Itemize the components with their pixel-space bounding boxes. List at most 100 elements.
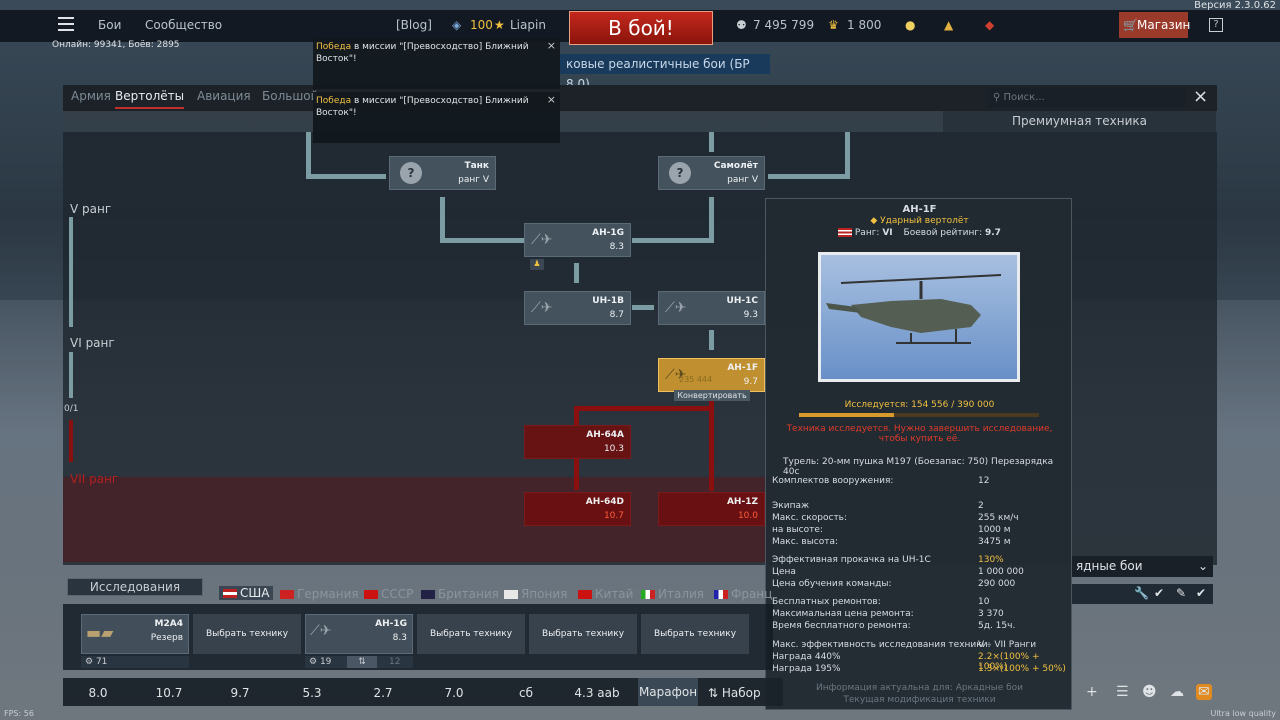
stat-value: 3 370: [978, 609, 1004, 619]
preset-set[interactable]: ⇅ Набор: [708, 686, 768, 700]
nation-italy[interactable]: Италия: [641, 587, 704, 601]
notif-prefix: Победа: [316, 42, 352, 52]
shop-button[interactable]: 🛒 Магазин: [1119, 12, 1191, 38]
question-icon: ?: [669, 162, 691, 184]
stat-label: Награда 195%: [772, 664, 841, 674]
vehicle-node-ah64a[interactable]: AH-64A 10.3: [524, 425, 631, 459]
wrench-icon[interactable]: 🔧: [1134, 586, 1149, 600]
chat-icon[interactable]: ☁: [1170, 684, 1184, 700]
rank-value: VI: [882, 228, 893, 238]
blog-link[interactable]: [Blog]: [396, 18, 432, 32]
tab-helicopters[interactable]: Вертолёты: [115, 89, 185, 109]
checkmark-icon[interactable]: ✔: [1196, 586, 1206, 600]
connector: [709, 197, 714, 243]
online-counter: Онлайн: 99341, Боёв: 2895: [52, 40, 180, 50]
gift-icon[interactable]: ◆: [985, 18, 994, 32]
diamond-icon: ◆: [870, 216, 881, 226]
nation-japan[interactable]: Япония: [504, 587, 567, 601]
preset-item[interactable]: 7.0: [424, 686, 484, 700]
nation-britain[interactable]: Британия: [421, 587, 499, 601]
close-icon[interactable]: ×: [1193, 86, 1208, 107]
notification-toast[interactable]: Победа в миссии "[Превосходство] Ближний…: [313, 92, 560, 143]
empty-crew-slot[interactable]: Выбрать технику: [417, 614, 525, 654]
nation-label: США: [240, 586, 270, 600]
empty-crew-slot[interactable]: Выбрать технику: [529, 614, 637, 654]
nation-usa[interactable]: США: [219, 586, 274, 600]
folder-node-tank[interactable]: ? Танк ранг V: [389, 156, 496, 190]
stat-value: 1.3×(100% + 50%): [978, 664, 1066, 674]
folder-node-plane[interactable]: ? Самолёт ранг V: [658, 156, 765, 190]
tab-army[interactable]: Армия: [71, 89, 111, 103]
slot-footer: ⚙ 19 ⇅ 12: [305, 656, 413, 668]
vehicle-node-ah1g[interactable]: ⟋✈ AH-1G 8.3: [524, 223, 631, 257]
rank-vii-label: VII ранг: [70, 472, 119, 486]
silver-lions-balance: 7 495 799: [753, 18, 815, 32]
checkmark-icon[interactable]: ✔: [1154, 586, 1164, 600]
preset-item[interactable]: 8.0: [68, 686, 128, 700]
nation-label: Италия: [658, 587, 705, 601]
swap-icon: ⇅: [708, 686, 722, 700]
avatar[interactable]: ◈: [452, 18, 461, 32]
tooltip-class-label: Ударный вертолёт: [880, 216, 969, 226]
nation-france[interactable]: Франц: [714, 587, 772, 601]
search-input[interactable]: ⚲ Поиск...: [988, 88, 1186, 107]
tab-large[interactable]: Большой: [262, 89, 318, 103]
add-icon[interactable]: +: [1086, 684, 1098, 700]
vehicle-node-ah64d[interactable]: AH-64D 10.7: [524, 492, 631, 526]
crew-level: 19: [319, 657, 332, 667]
vehicle-node-ah1z[interactable]: AH-1Z 10.0: [658, 492, 765, 526]
empty-crew-slot[interactable]: Выбрать технику: [641, 614, 749, 654]
slot-vehicle-br: 8.3: [392, 633, 407, 643]
nation-germany[interactable]: Германия: [280, 587, 359, 601]
vehicle-node-uh1b[interactable]: ⟋✈ UH-1B 8.7: [524, 291, 631, 325]
node-name: AH-1Z: [726, 497, 758, 507]
nation-china[interactable]: Китай: [578, 587, 633, 601]
battle-button[interactable]: В бой!: [569, 11, 713, 45]
research-progress-value: 235 444: [679, 375, 713, 384]
nation-ussr[interactable]: СССР: [364, 587, 413, 601]
convert-button[interactable]: Конвертировать: [674, 390, 750, 401]
helicopter-image: [826, 274, 1002, 344]
lightbulb-icon[interactable]: ●: [905, 18, 915, 32]
menu-battles[interactable]: Бои: [98, 18, 121, 32]
hamburger-menu-icon[interactable]: [58, 17, 74, 31]
list-icon[interactable]: ☰: [1116, 684, 1129, 700]
crew-slot-ah1g[interactable]: ⟋✈ AH-1G 8.3: [305, 614, 413, 654]
tooltip-footer: Текущая модификация техники: [843, 695, 996, 705]
squad-icon[interactable]: ☻: [1142, 684, 1157, 700]
shop-label: Магазин: [1137, 18, 1191, 32]
vehicle-node-uh1c[interactable]: ⟋✈ UH-1C 9.3: [658, 291, 765, 325]
pencil-icon[interactable]: ✎: [1176, 586, 1186, 600]
close-icon[interactable]: ×: [547, 40, 556, 52]
preset-item[interactable]: 9.7: [210, 686, 270, 700]
tab-aviation[interactable]: Авиация: [197, 89, 251, 103]
mail-icon[interactable]: ✉: [1196, 684, 1212, 700]
helicopter-icon: ⟋✈: [531, 232, 553, 248]
nation-label: Франц: [731, 587, 773, 601]
crew-slot-m2a4[interactable]: ▬▰ M2A4 Резерв: [81, 614, 189, 654]
node-name: AH-64D: [585, 497, 624, 507]
preset-item[interactable]: 5.3: [282, 686, 342, 700]
preset-item[interactable]: 10.7: [139, 686, 199, 700]
golden-eagles-balance: 1 800: [847, 18, 882, 32]
username[interactable]: Liapin: [510, 18, 546, 32]
close-icon[interactable]: ×: [547, 94, 556, 106]
rank-badge-icon[interactable]: ▲: [944, 18, 953, 32]
stat-label: Экипаж: [772, 501, 810, 511]
preset-item-marathon[interactable]: Марафон: [638, 678, 698, 706]
help-button[interactable]: ?: [1209, 18, 1223, 32]
preset-item[interactable]: 4.3 aab: [567, 686, 627, 700]
premium-column-header: Премиумная техника: [943, 111, 1216, 132]
vehicle-node-ah1f[interactable]: ⟋✈ 235 444 AH-1F 9.7: [658, 358, 765, 392]
slot-footer: ⚙ 71: [81, 656, 189, 668]
preset-item[interactable]: 2.7: [353, 686, 413, 700]
swap-icon[interactable]: ⇅: [347, 656, 377, 668]
preset-item[interactable]: сб: [496, 686, 556, 700]
menu-community[interactable]: Сообщество: [145, 18, 222, 32]
stat-value: 130%: [978, 555, 1004, 565]
empty-crew-slot[interactable]: Выбрать технику: [193, 614, 301, 654]
france-flag-icon: [714, 590, 728, 599]
notification-toast[interactable]: Победа в миссии "[Превосходство] Ближний…: [313, 38, 560, 89]
game-mode-dropdown[interactable]: ядные бои ⌄: [1072, 556, 1213, 577]
connector-locked: [709, 401, 714, 491]
